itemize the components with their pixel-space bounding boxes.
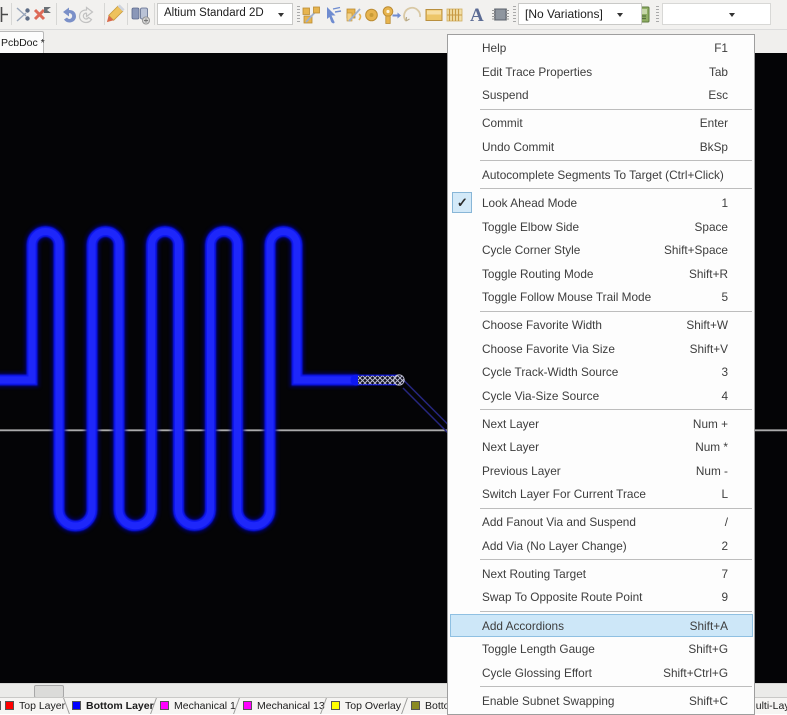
svg-text:A: A — [470, 5, 484, 26]
